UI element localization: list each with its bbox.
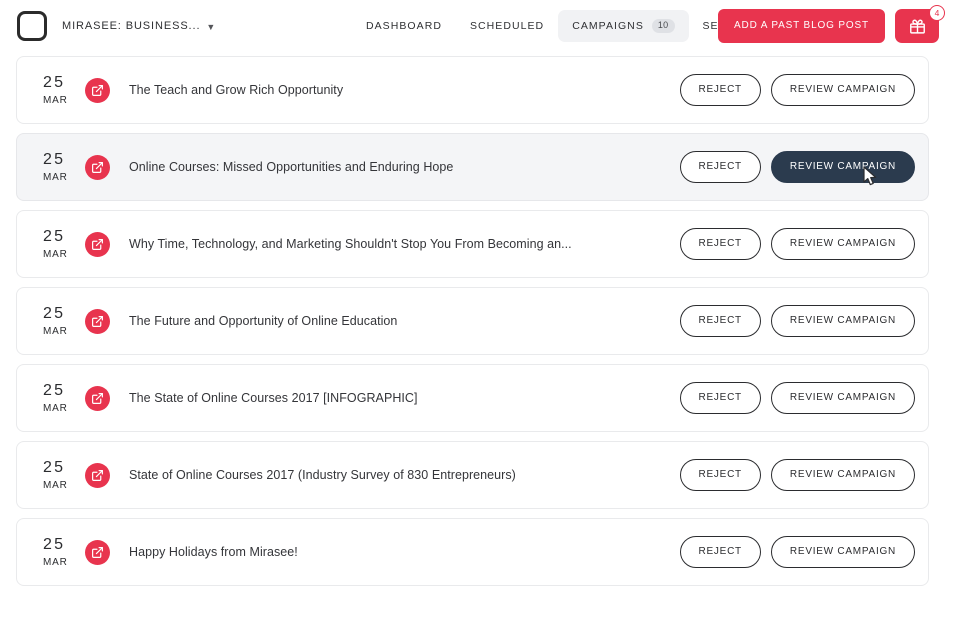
account-name-label: MIRASEE: BUSINESS... [62, 20, 201, 32]
campaign-date: 25 MAR [43, 73, 83, 106]
campaign-type-icon [85, 539, 110, 565]
external-link-icon [92, 392, 103, 404]
campaign-title: State of Online Courses 2017 (Industry S… [129, 468, 516, 482]
campaign-title: The State of Online Courses 2017 [INFOGR… [129, 391, 418, 405]
campaign-title: Online Courses: Missed Opportunities and… [129, 160, 454, 174]
external-link-icon [92, 469, 103, 481]
external-link-icon [92, 161, 103, 173]
gift-button-wrapper: 4 [895, 5, 945, 43]
campaign-type-icon [85, 154, 110, 180]
campaign-actions: REJECT REVIEW CAMPAIGN [679, 74, 915, 106]
campaign-row[interactable]: 25 MAR State of Online Courses 2017 (Indus… [16, 441, 929, 509]
reject-button[interactable]: REJECT [679, 74, 761, 106]
campaign-actions: REJECT REVIEW CAMPAIGN [679, 459, 915, 491]
nav-item-campaigns[interactable]: CAMPAIGNS 10 [558, 10, 689, 42]
review-campaign-button[interactable]: REVIEW CAMPAIGN [770, 74, 915, 106]
campaign-date-month: MAR [43, 94, 68, 106]
reject-button[interactable]: REJECT [679, 382, 761, 414]
header-actions: ADD A PAST BLOG POST 4 [717, 0, 945, 52]
campaign-date-month: MAR [43, 248, 68, 260]
campaign-row[interactable]: 25 MAR The State of Online Courses 2017 [I… [16, 364, 929, 432]
campaign-row[interactable]: 25 MAR Happy Holidays from Mirasee! REJECT R… [16, 518, 929, 586]
nav-item-scheduled[interactable]: SCHEDULED [456, 11, 558, 41]
chevron-down-icon: ▼ [206, 21, 216, 32]
review-campaign-button[interactable]: REVIEW CAMPAIGN [770, 228, 915, 260]
campaign-date-month: MAR [43, 556, 68, 568]
campaign-date: 25 MAR [43, 304, 83, 337]
campaign-date: 25 MAR [43, 535, 83, 568]
external-link-icon [92, 84, 103, 96]
nav-item-dashboard[interactable]: DASHBOARD [352, 11, 456, 41]
campaign-row[interactable]: 25 MAR Online Courses: Missed Opportunitie… [16, 133, 929, 201]
campaign-actions: REJECT REVIEW CAMPAIGN [679, 228, 915, 260]
external-link-icon [92, 315, 103, 327]
nav-item-label: SCHEDULED [469, 20, 545, 32]
campaign-type-icon [85, 462, 110, 488]
gift-badge-count: 4 [929, 5, 945, 21]
gift-icon [909, 19, 925, 34]
review-campaign-button[interactable]: REVIEW CAMPAIGN [770, 459, 915, 491]
campaign-actions: REJECT REVIEW CAMPAIGN [679, 382, 915, 414]
external-link-icon [92, 546, 103, 558]
review-campaign-button[interactable]: REVIEW CAMPAIGN [770, 305, 915, 337]
campaign-row[interactable]: 25 MAR The Future and Opportunity of Onlin… [16, 287, 929, 355]
campaign-title: Why Time, Technology, and Marketing Shou… [129, 237, 572, 251]
campaign-type-icon [85, 77, 110, 103]
campaign-date-month: MAR [43, 402, 68, 414]
campaign-type-icon [85, 385, 110, 411]
campaign-list: 25 MAR The Teach and Grow Rich Opportunity… [0, 52, 953, 586]
campaign-date-month: MAR [43, 325, 68, 337]
review-campaign-button[interactable]: REVIEW CAMPAIGN [770, 536, 915, 568]
campaign-date-day: 25 [43, 227, 66, 245]
campaign-date: 25 MAR [43, 227, 83, 260]
review-campaign-button[interactable]: REVIEW CAMPAIGN [770, 382, 915, 414]
account-switcher[interactable]: MIRASEE: BUSINESS... ▼ [62, 20, 215, 32]
reject-button[interactable]: REJECT [679, 151, 761, 183]
campaign-type-icon [85, 308, 110, 334]
app-logo-icon[interactable] [17, 11, 47, 41]
nav-item-badge: 10 [651, 19, 675, 33]
reject-button[interactable]: REJECT [679, 536, 761, 568]
campaign-title: The Teach and Grow Rich Opportunity [129, 83, 344, 97]
campaign-actions: REJECT REVIEW CAMPAIGN [679, 151, 915, 183]
campaign-date-day: 25 [43, 381, 66, 399]
campaign-date-month: MAR [43, 171, 68, 183]
campaign-row[interactable]: 25 MAR Why Time, Technology, and Marketing… [16, 210, 929, 278]
nav-item-label: DASHBOARD [366, 20, 442, 32]
campaign-title: Happy Holidays from Mirasee! [129, 545, 298, 559]
campaign-date-month: MAR [43, 479, 68, 491]
campaign-date: 25 MAR [43, 150, 83, 183]
campaign-title: The Future and Opportunity of Online Edu… [129, 314, 398, 328]
review-campaign-button[interactable]: REVIEW CAMPAIGN [770, 151, 915, 183]
add-past-blog-post-button[interactable]: ADD A PAST BLOG POST [717, 9, 885, 43]
campaign-actions: REJECT REVIEW CAMPAIGN [679, 536, 915, 568]
campaign-date-day: 25 [43, 304, 66, 322]
campaign-date: 25 MAR [43, 381, 83, 414]
top-navigation-bar: MIRASEE: BUSINESS... ▼ DASHBOARD SCHEDULE… [0, 0, 953, 52]
campaign-date: 25 MAR [43, 458, 83, 491]
campaign-date-day: 25 [43, 535, 66, 553]
campaign-date-day: 25 [43, 73, 66, 91]
campaign-actions: REJECT REVIEW CAMPAIGN [679, 305, 915, 337]
reject-button[interactable]: REJECT [679, 459, 761, 491]
external-link-icon [92, 238, 103, 250]
campaign-row[interactable]: 25 MAR The Teach and Grow Rich Opportunity… [16, 56, 929, 124]
reject-button[interactable]: REJECT [679, 305, 761, 337]
campaign-date-day: 25 [43, 458, 66, 476]
campaign-type-icon [85, 231, 110, 257]
primary-navigation: DASHBOARDSCHEDULEDCAMPAIGNS10SETTINGS [352, 0, 777, 52]
nav-item-label: CAMPAIGNS [572, 20, 644, 32]
campaign-date-day: 25 [43, 150, 66, 168]
reject-button[interactable]: REJECT [679, 228, 761, 260]
